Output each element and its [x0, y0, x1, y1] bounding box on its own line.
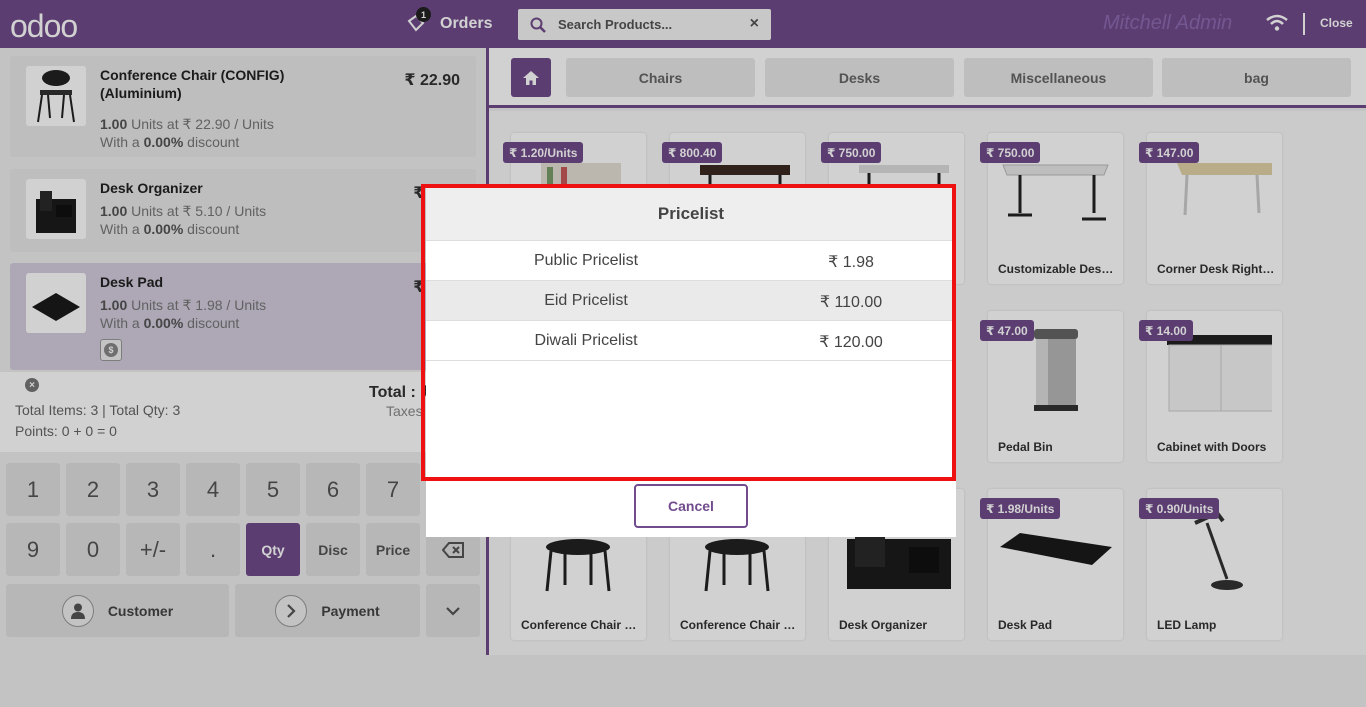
highlight-annotation-box	[421, 184, 956, 481]
cancel-button[interactable]: Cancel	[634, 484, 748, 528]
